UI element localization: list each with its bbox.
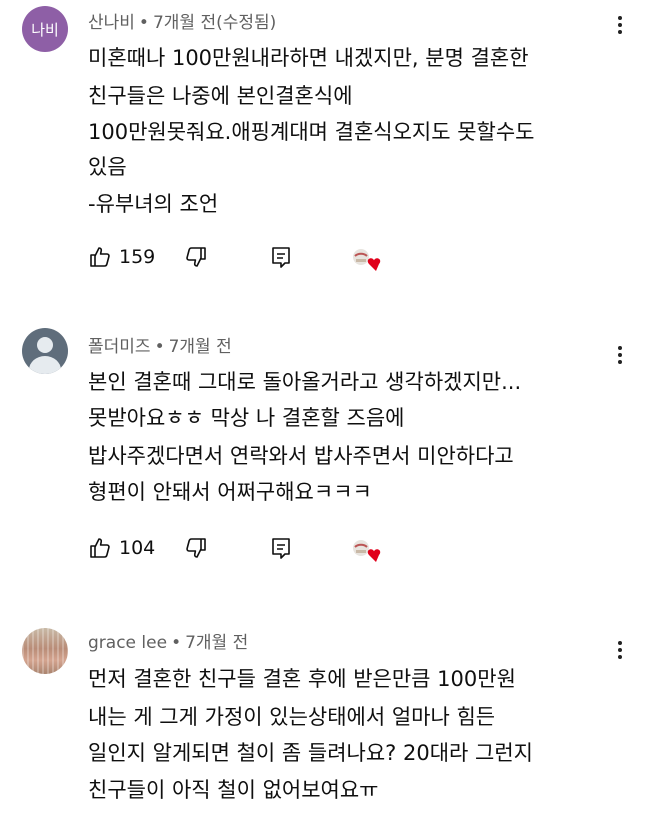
- comment-text-line: 100만원못줘요.애핑계대며 결혼식오지도 못할수도: [88, 120, 535, 144]
- comment-text-line: -유부녀의 조언: [88, 192, 219, 216]
- comment-actions: 104: [88, 536, 418, 566]
- comment-text-line: 못받아요ㅎㅎ 막상 나 결혼할 즈음에: [88, 406, 405, 430]
- like-count: 159: [119, 246, 156, 268]
- reply-icon: [270, 536, 292, 560]
- author-name[interactable]: 폴더미즈: [88, 337, 151, 357]
- meta-separator: •: [154, 337, 165, 357]
- comment-text-line: 있음: [88, 155, 127, 179]
- comment-text-line: 친구들이 아직 철이 없어보여요ㅠ: [88, 778, 379, 802]
- creator-heart-icon: [350, 247, 384, 273]
- meta-separator: •: [171, 633, 182, 653]
- comment-text-line: 형편이 안돼서 어쩌구해요ㅋㅋㅋ: [88, 480, 372, 504]
- thumbs-up-icon: [88, 245, 112, 269]
- thumbs-down-icon: [184, 536, 208, 560]
- dislike-button[interactable]: [184, 245, 208, 269]
- reply-button[interactable]: [270, 245, 292, 269]
- like-count: 104: [119, 537, 156, 559]
- comment-actions: 159: [88, 245, 418, 275]
- comment-text-line: 일인지 알게되면 철이 좀 들려나요? 20대라 그런지: [88, 741, 533, 765]
- avatar[interactable]: [22, 328, 68, 374]
- comment-text-line: 친구들은 나중에 본인결혼식에: [88, 84, 353, 108]
- comment-meta: 폴더미즈 • 7개월 전: [88, 332, 232, 357]
- author-name[interactable]: grace lee: [88, 633, 167, 653]
- comment-text-line: 먼저 결혼한 친구들 결혼 후에 받은만큼 100만원: [88, 667, 516, 691]
- reply-icon: [270, 245, 292, 269]
- comment: grace lee • 7개월 전 먼저 결혼한 친구들 결혼 후에 받은만큼 10…: [0, 610, 658, 822]
- comment: 폴더미즈 • 7개월 전 본인 결혼때 그대로 돌아올거라고 생각하겠지만... 못…: [0, 320, 658, 590]
- dislike-button[interactable]: [184, 536, 208, 560]
- comment-text-line: 본인 결혼때 그대로 돌아올거라고 생각하겠지만...: [88, 370, 522, 394]
- thumbs-up-icon: [88, 536, 112, 560]
- comment-meta: grace lee • 7개월 전: [88, 628, 248, 653]
- comment-text-line: 내는 게 그게 가정이 있는상태에서 얼마나 힘든: [88, 705, 496, 729]
- comment: 나비 산나비 • 7개월 전(수정됨) 미혼때나 100만원내라하면 내겠지만, 분…: [0, 0, 658, 300]
- comment-text-line: 미혼때나 100만원내라하면 내겠지만, 분명 결혼한: [88, 46, 529, 70]
- like-button[interactable]: 159: [88, 245, 155, 269]
- comment-time: 7개월 전: [168, 337, 232, 357]
- meta-separator: •: [138, 13, 149, 33]
- more-vertical-icon[interactable]: [608, 10, 632, 40]
- more-vertical-icon[interactable]: [608, 635, 632, 665]
- like-button[interactable]: 104: [88, 536, 155, 560]
- comment-text-line: 밥사주겠다면서 연락와서 밥사주면서 미안하다고: [88, 444, 514, 468]
- comment-time: 7개월 전: [185, 633, 249, 653]
- avatar[interactable]: [22, 628, 68, 674]
- author-name[interactable]: 산나비: [88, 13, 135, 33]
- thumbs-down-icon: [184, 245, 208, 269]
- more-vertical-icon[interactable]: [608, 340, 632, 370]
- comment-meta: 산나비 • 7개월 전(수정됨): [88, 8, 276, 33]
- reply-button[interactable]: [270, 536, 292, 560]
- avatar[interactable]: 나비: [22, 6, 68, 52]
- comment-time: 7개월 전(수정됨): [152, 13, 277, 33]
- avatar-initials: 나비: [31, 20, 59, 39]
- creator-heart-icon: [350, 538, 384, 564]
